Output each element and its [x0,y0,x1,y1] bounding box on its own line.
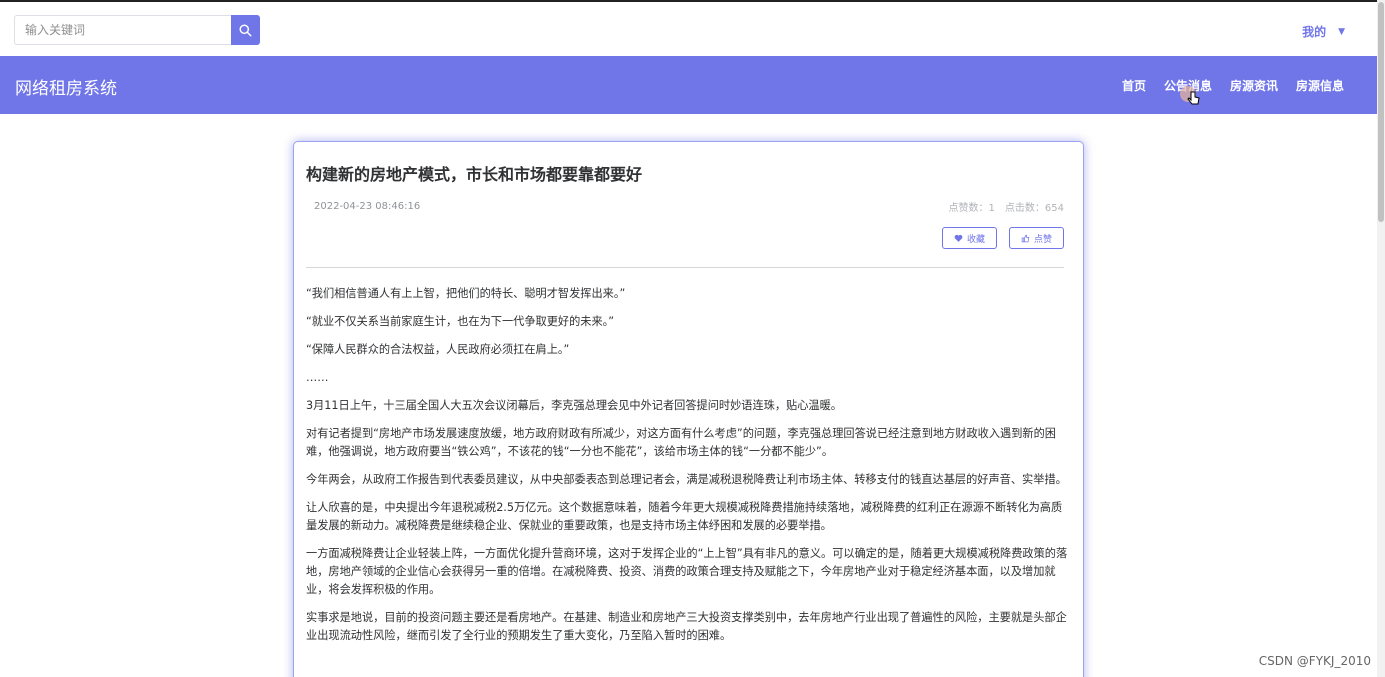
search-box [14,15,260,45]
search-icon [239,23,252,37]
article-content: “我们相信普通人有上上智，把他们的特长、聪明才智发挥出来。” “就业不仅关系当前… [306,285,1069,655]
article-paragraph: “就业不仅关系当前家庭生计，也在为下一代争取更好的未来。” [306,315,615,328]
favorite-button[interactable]: 收藏 [941,227,997,249]
nav-link-home[interactable]: 首页 [1122,77,1146,94]
article-paragraph: …… [306,371,329,384]
search-button[interactable] [231,15,260,45]
divider [306,267,1064,268]
heart-icon [954,234,963,242]
page-scrollbar[interactable] [1377,0,1385,677]
article-paragraph: 今年两会，从政府工作报告到代表委员建议，从中央部委表态到总理记者会，满是减税退税… [306,473,1067,486]
top-bar: 我的 ▼ [0,0,1385,56]
article-paragraph: 实事求是地说，目前的投资问题主要还是看房地产。在基建、制造业和房地产三大投资支撑… [306,611,1067,642]
article-paragraph: “我们相信普通人有上上智，把他们的特长、聪明才智发挥出来。” [306,287,626,300]
article-paragraph: 3月11日上午，十三届全国人大五次会议闭幕后，李克强总理会见中外记者回答提问时妙… [306,399,842,412]
watermark: CSDN @FYKJ_2010 [1258,654,1371,668]
article-actions: 收藏 点赞 [941,227,1064,249]
nav-bar: 网络租房系统 首页 公告消息 房源资讯 房源信息 [0,56,1385,114]
like-button-label: 点赞 [1033,234,1052,245]
article-card: 构建新的房地产模式，市长和市场都要靠都要好 2022-04-23 08:46:1… [293,141,1084,677]
nav-link-housing-info[interactable]: 房源信息 [1296,77,1344,94]
site-brand[interactable]: 网络租房系统 [15,74,117,99]
user-menu[interactable]: 我的 ▼ [1302,23,1345,40]
thumbs-up-icon [1021,234,1030,242]
article-paragraph: 对有记者提到“房地产市场发展速度放缓，地方政府财政有所减少，对这方面有什么考虑”… [306,427,1056,458]
likes-count: 点赞数：1 [948,203,995,214]
caret-down-icon: ▼ [1338,26,1345,37]
views-count: 点击数：654 [1004,203,1064,214]
nav-link-housing-news[interactable]: 房源资讯 [1230,77,1278,94]
user-menu-label: 我的 [1302,25,1327,39]
article-stats: 点赞数：1 点击数：654 [949,199,1064,214]
article-paragraph: “保障人民群众的合法权益，人民政府必须扛在肩上。” [306,343,570,356]
favorite-button-label: 收藏 [966,234,985,245]
article-paragraph: 让人欣喜的是，中央提出今年退税减税2.5万亿元。这个数据意味着，随着今年更大规模… [306,501,1063,532]
search-input[interactable] [14,15,231,45]
scrollbar-thumb[interactable] [1378,2,1384,222]
article-paragraph: 一方面减税降费让企业轻装上阵，一方面优化提升营商环境，这对于发挥企业的“上上智”… [306,547,1068,596]
nav-links: 首页 公告消息 房源资讯 房源信息 [1122,77,1344,94]
article-title: 构建新的房地产模式，市长和市场都要靠都要好 [306,165,643,184]
like-button[interactable]: 点赞 [1008,227,1064,249]
hand-cursor-icon [1180,86,1200,105]
article-date: 2022-04-23 08:46:16 [314,201,421,212]
